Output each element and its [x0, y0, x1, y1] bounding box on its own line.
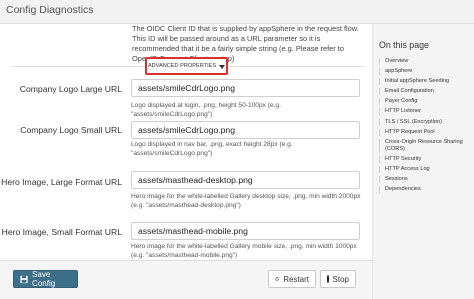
save-config-label: Save Config [32, 270, 56, 288]
toc-item-email-configuration[interactable]: Email Configuration [379, 88, 469, 96]
restart-button[interactable]: Restart [268, 270, 316, 288]
advanced-properties-label: ADVANCED PROPERTIES [147, 63, 217, 69]
toc-title: On this page [379, 40, 429, 50]
config-form: The OIDC Client ID that is supplied by a… [0, 24, 372, 260]
restart-label: Restart [283, 274, 309, 284]
company-logo-small-label: Company Logo Small URL [20, 125, 122, 135]
advanced-properties-toggle[interactable]: ADVANCED PROPERTIES [145, 57, 228, 75]
footer-bar: Save Config Restart Stop [0, 260, 372, 299]
restart-icon [275, 277, 279, 281]
company-logo-large-label: Company Logo Large URL [19, 84, 122, 94]
toc-item-http-access-log[interactable]: HTTP Access Log [379, 165, 469, 173]
hero-image-small-label: Hero Image, Small Format URL [1, 227, 122, 237]
hero-image-large-help: Hero image for the white-labelled Galler… [131, 193, 361, 209]
toc-list: Overview appSphere Initial appSphere See… [379, 58, 469, 196]
company-logo-small-input[interactable]: assets/smileCdrLogo.png [131, 121, 360, 139]
toc-item-tls-ssl[interactable]: TLS / SSL (Encryption) [379, 118, 469, 126]
stop-button[interactable]: Stop [320, 270, 356, 288]
top-bar: Config Diagnostics [0, 0, 474, 24]
hero-image-small-input[interactable]: assets/masthead-mobile.png [131, 222, 360, 240]
company-logo-large-input[interactable]: assets/smileCdrLogo.png [131, 79, 360, 97]
toc-item-http-security[interactable]: HTTP Security [379, 155, 469, 163]
stop-label: Stop [332, 274, 349, 284]
caret-down-icon [219, 65, 226, 69]
hero-image-large-label: Hero Image, Large Format URL [1, 177, 122, 187]
save-config-button[interactable]: Save Config [13, 270, 78, 288]
toc-item-overview[interactable]: Overview [379, 58, 469, 65]
hero-image-large-input[interactable]: assets/masthead-desktop.png [131, 171, 360, 189]
company-logo-large-help: Logo displayed at login, .png, height 50… [131, 102, 281, 118]
toc-item-http-listener[interactable]: HTTP Listener [379, 108, 469, 116]
toc-item-dependencies[interactable]: Dependencies [379, 186, 469, 194]
toc-item-sessions[interactable]: Sessions [379, 176, 469, 184]
toc-item-appsphere[interactable]: appSphere [379, 68, 469, 76]
stop-icon [327, 275, 332, 283]
on-this-page-sidebar: On this page Overview appSphere Initial … [372, 24, 474, 299]
toc-item-http-request-pool[interactable]: HTTP Request Pool [379, 128, 469, 136]
page-title: Config Diagnostics [6, 4, 94, 16]
toc-item-initial-seeding[interactable]: Initial appSphere Seeding [379, 78, 469, 86]
save-icon [20, 275, 28, 283]
toc-item-payer-config[interactable]: Payer Config [379, 98, 469, 106]
toc-item-cors[interactable]: Cross-Origin Resource Sharing (CORS) [379, 138, 469, 153]
hero-image-small-help: Hero image for the white-labelled Galler… [131, 243, 357, 259]
company-logo-small-help: Logo displayed in nav bar, .png, exact h… [131, 141, 293, 157]
